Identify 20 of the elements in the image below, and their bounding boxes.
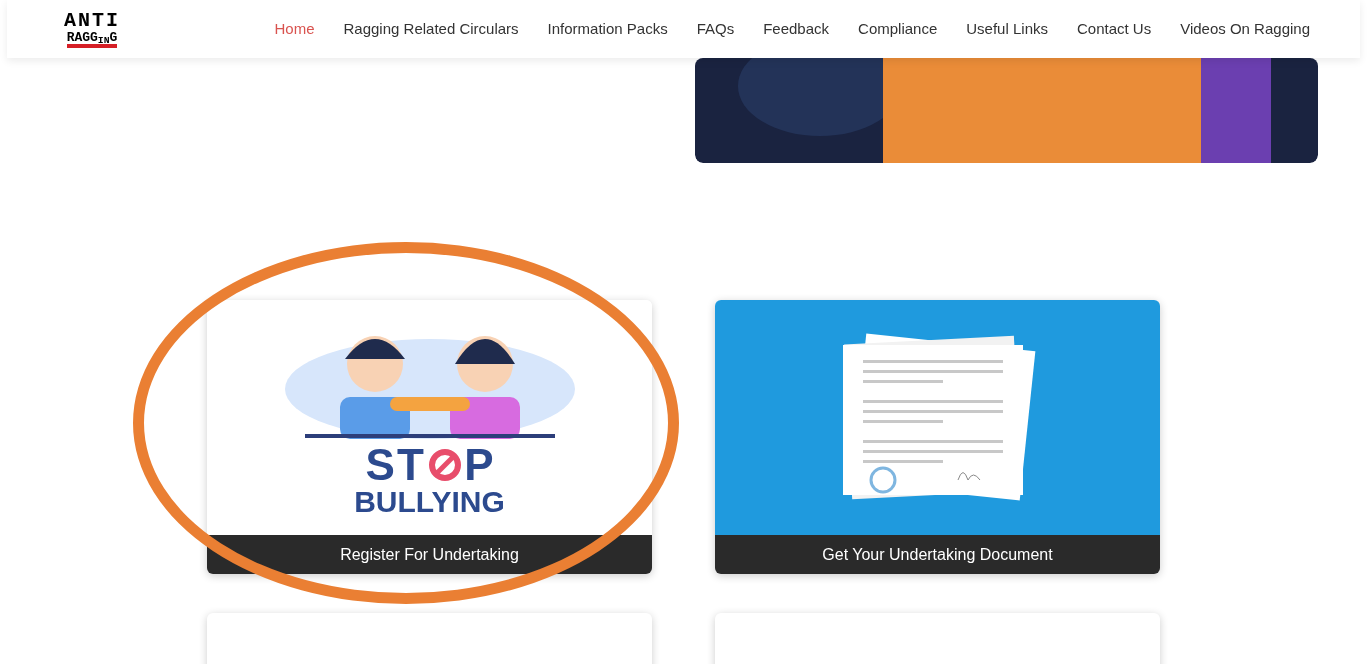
site-logo[interactable]: ANTI RAGG$_{IN}$G bbox=[55, 10, 129, 48]
card[interactable]: ST P BULLYING Register For Undertaking bbox=[207, 300, 652, 574]
logo-bottom-text: RAGG$_{IN}$G bbox=[66, 30, 118, 48]
nav-link[interactable]: Compliance bbox=[858, 17, 938, 41]
nav-link[interactable]: Ragging Related Circulars bbox=[343, 17, 519, 41]
card[interactable]: Get Your Undertaking Document bbox=[715, 300, 1160, 574]
illustration-title: ST bbox=[365, 442, 427, 487]
nav-link[interactable]: Contact Us bbox=[1076, 17, 1152, 41]
card-caption: Get Your Undertaking Document bbox=[715, 535, 1160, 574]
nav-link[interactable]: Videos On Ragging bbox=[1180, 17, 1310, 41]
card-caption: Register For Undertaking bbox=[207, 535, 652, 574]
nav-link[interactable]: Home bbox=[274, 17, 315, 41]
nav-link[interactable]: FAQs bbox=[696, 17, 735, 41]
nav-link[interactable]: Useful Links bbox=[966, 17, 1048, 41]
no-sign-icon bbox=[428, 447, 463, 482]
illustration-subtitle: BULLYING bbox=[354, 486, 505, 517]
illustration-title: P bbox=[464, 442, 494, 487]
logo-top-text: ANTI bbox=[64, 10, 120, 31]
nav-link[interactable]: Information Packs bbox=[547, 17, 668, 41]
nav-link[interactable]: Feedback bbox=[763, 17, 830, 41]
